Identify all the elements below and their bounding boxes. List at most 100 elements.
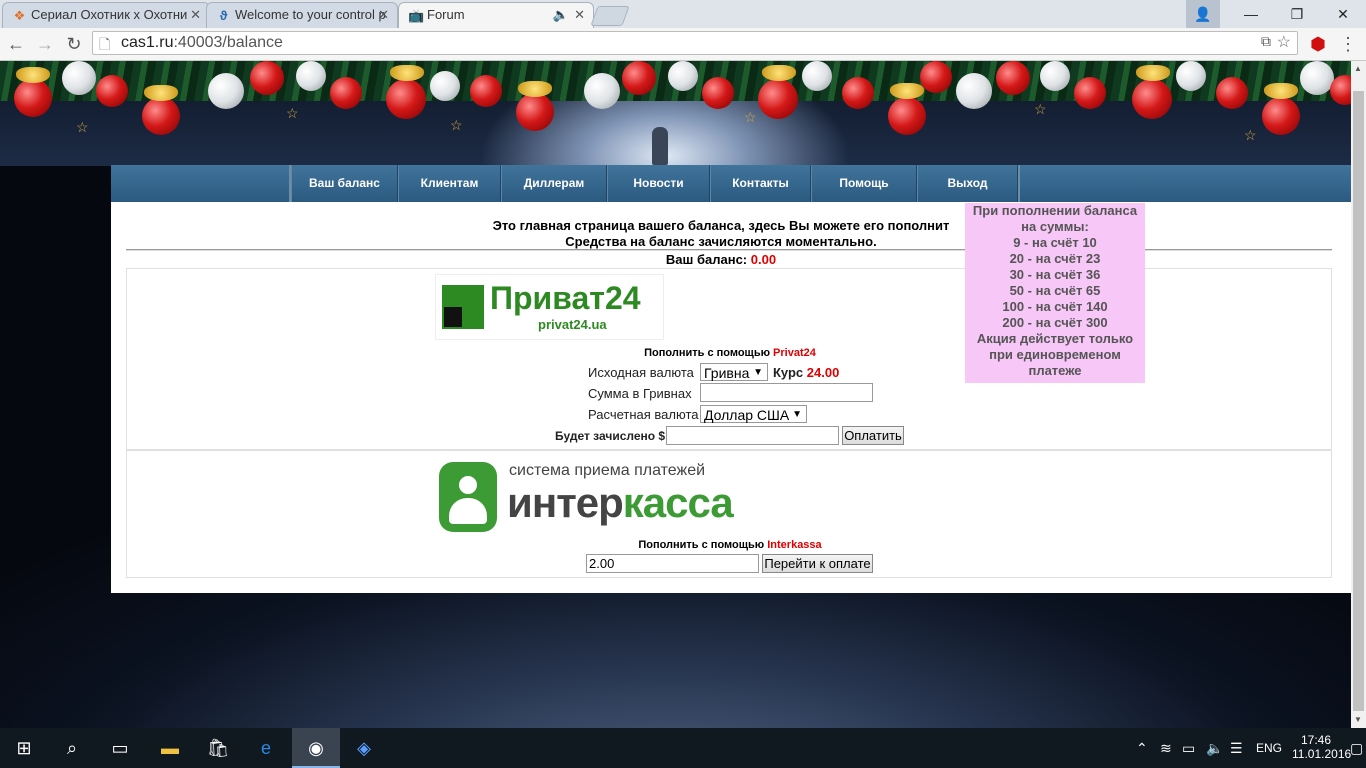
store-icon[interactable]: 🛍 — [194, 728, 242, 768]
ornament-icon — [516, 93, 554, 131]
notification-center-icon[interactable]: ▢ — [1350, 728, 1363, 768]
nav-dealers[interactable]: Диллерам — [501, 165, 607, 202]
ornament-icon — [1262, 97, 1300, 135]
ornament-icon — [1040, 61, 1070, 91]
windows-taskbar: ⊞ ⌕ ▭ ▬ 🛍 e ◉ ◈ ⌃ ≋ ▭ 🔈 ☰ ENG 17:46 11.0… — [0, 728, 1366, 768]
main-navigation: Ваш баланс Клиентам Диллерам Новости Кон… — [111, 165, 1351, 202]
clock[interactable]: 17:46 11.01.2016 — [1292, 728, 1351, 768]
nav-news[interactable]: Новости — [607, 165, 710, 202]
ornament-icon — [330, 77, 362, 109]
tray-chevron-icon[interactable]: ⌃ — [1136, 728, 1148, 768]
browser-tab-2[interactable]: ϑ Welcome to your control p ✕ — [206, 2, 398, 28]
ornament-bow-icon — [1264, 83, 1298, 99]
maximize-button[interactable]: ❐ — [1274, 0, 1320, 28]
privat24-title: Пополнить с помощью Privat24 — [644, 347, 816, 359]
nav-clients[interactable]: Клиентам — [398, 165, 501, 202]
windows-start-icon[interactable]: ⊞ — [0, 728, 48, 768]
nav-contacts[interactable]: Контакты — [710, 165, 811, 202]
scroll-up-icon[interactable]: ▲ — [1354, 64, 1362, 73]
person-silhouette — [652, 127, 668, 165]
back-icon[interactable]: ← — [4, 32, 28, 56]
edge-icon[interactable]: e — [242, 728, 290, 768]
star-icon: ☆ — [450, 117, 463, 133]
ornament-bow-icon — [16, 67, 50, 83]
nav-balance[interactable]: Ваш баланс — [291, 165, 398, 202]
ornament-icon — [430, 71, 460, 101]
bookmark-star-icon[interactable]: ☆ — [1277, 32, 1291, 52]
credit-input[interactable] — [666, 426, 839, 445]
battery-icon[interactable]: ▭ — [1182, 728, 1195, 768]
star-icon: ☆ — [286, 105, 299, 121]
ornament-icon — [668, 61, 698, 91]
profile-icon[interactable]: 👤 — [1186, 0, 1220, 28]
go-to-payment-button[interactable]: Перейти к оплате — [762, 554, 873, 573]
scroll-down-icon[interactable]: ▼ — [1354, 715, 1362, 724]
chevron-down-icon: ▼ — [753, 367, 763, 378]
ornament-icon — [250, 61, 284, 95]
close-tab-icon[interactable]: ✕ — [574, 3, 585, 27]
language-indicator[interactable]: ENG — [1256, 728, 1282, 768]
main-content: Ваш баланс Клиентам Диллерам Новости Кон… — [111, 165, 1351, 593]
ornament-icon — [758, 79, 798, 119]
browser-tab-1[interactable]: ❖ Сериал Охотник х Охотни ✕ — [2, 2, 210, 28]
browser-toolbar: ← → ↻ 🗋 cas1.ru:40003/balance ⧉ ☆ ⬢ ⋮ — [0, 28, 1366, 61]
minimize-button[interactable]: — — [1228, 0, 1274, 28]
interkassa-logo: система приема платежей интеркасса — [435, 456, 735, 534]
ornament-icon — [888, 97, 926, 135]
intro-line-1: Это главная страница вашего баланса, зде… — [492, 218, 950, 233]
new-tab-button[interactable] — [590, 6, 630, 26]
address-bar[interactable]: 🗋 cas1.ru:40003/balance ⧉ ☆ — [92, 31, 1298, 55]
ornament-icon — [920, 61, 952, 93]
translate-icon[interactable]: ⧉ — [1261, 33, 1271, 50]
app-icon[interactable]: ◈ — [340, 728, 388, 768]
search-icon[interactable]: ⌕ — [48, 728, 96, 768]
tv-icon: 📺 — [408, 8, 425, 23]
privat24-panel: Приват24 privat24.ua Пополнить с помощью… — [126, 268, 1332, 450]
wifi-icon[interactable]: ≋ — [1160, 728, 1172, 768]
interkassa-logo-mark — [439, 462, 497, 532]
ornament-icon — [702, 77, 734, 109]
ornament-icon — [386, 79, 426, 119]
ornament-icon — [1074, 77, 1106, 109]
promo-box: При пополнении баланса на суммы: 9 - на … — [965, 203, 1145, 383]
divider — [126, 249, 1332, 251]
target-currency-select[interactable]: Доллар США ▼ — [700, 405, 807, 423]
star-icon: ☆ — [76, 119, 89, 135]
ornament-icon — [142, 97, 180, 135]
nav-logout[interactable]: Выход — [917, 165, 1018, 202]
chrome-icon[interactable]: ◉ — [292, 728, 340, 768]
ornament-bow-icon — [518, 81, 552, 97]
notification-icon[interactable]: ☰ — [1230, 728, 1243, 768]
adblock-icon[interactable]: ⬢ — [1306, 32, 1330, 56]
ornament-icon — [842, 77, 874, 109]
privat24-logo: Приват24 privat24.ua — [435, 274, 664, 340]
control-panel-icon: ϑ — [219, 8, 228, 23]
browser-tab-bar: ❖ Сериал Охотник х Охотни ✕ ϑ Welcome to… — [0, 0, 1366, 28]
nav-help[interactable]: Помощь — [811, 165, 917, 202]
tab-title: Welcome to your control p — [235, 7, 386, 22]
target-currency-label: Расчетная валюта — [588, 407, 699, 422]
task-view-icon[interactable]: ▭ — [96, 728, 144, 768]
close-tab-icon[interactable]: ✕ — [190, 3, 201, 27]
rate-line: Курс 24.00 — [773, 365, 840, 380]
scrollbar-thumb[interactable] — [1353, 91, 1364, 711]
volume-icon[interactable]: 🔈 — [1206, 728, 1223, 768]
ornament-icon — [1300, 61, 1334, 95]
speaker-icon[interactable]: 🔈 — [553, 3, 569, 27]
interkassa-amount-input[interactable]: 2.00 — [586, 554, 759, 573]
source-currency-select[interactable]: Гривна ▼ — [700, 363, 768, 381]
browser-tab-3[interactable]: 📺 Forum 🔈 ✕ — [398, 2, 594, 28]
forward-icon[interactable]: → — [33, 32, 57, 56]
christmas-banner: ☆ ☆ ☆ ☆ ☆ ☆ — [0, 61, 1351, 166]
menu-icon[interactable]: ⋮ — [1336, 32, 1360, 56]
close-tab-icon[interactable]: ✕ — [378, 3, 389, 27]
star-icon: ☆ — [1034, 101, 1047, 117]
ornament-icon — [956, 73, 992, 109]
close-window-button[interactable]: ✕ — [1320, 0, 1366, 28]
vertical-scrollbar[interactable]: ▲ ▼ — [1351, 61, 1366, 728]
ornament-icon — [584, 73, 620, 109]
sum-input[interactable] — [700, 383, 873, 402]
file-explorer-icon[interactable]: ▬ — [146, 728, 194, 768]
pay-button[interactable]: Оплатить — [842, 426, 904, 445]
reload-icon[interactable]: ↻ — [62, 32, 86, 56]
